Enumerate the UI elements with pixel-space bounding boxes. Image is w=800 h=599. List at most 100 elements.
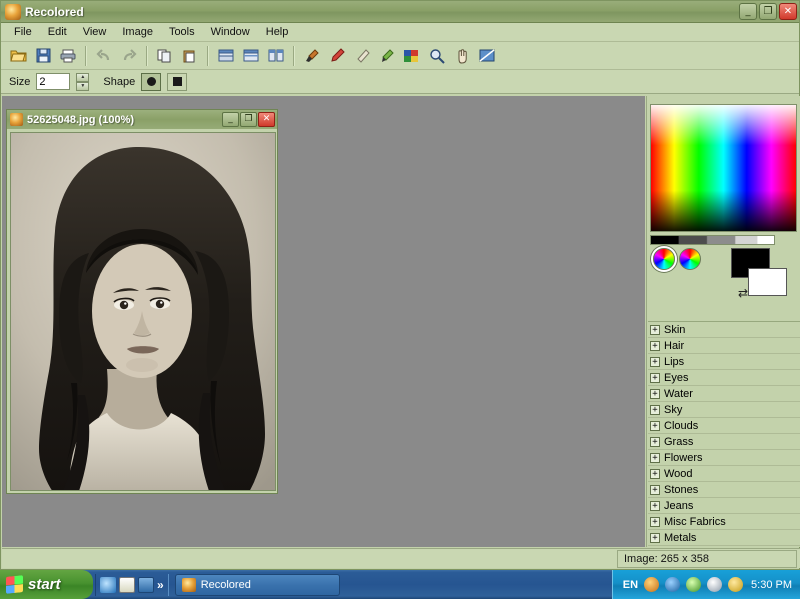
language-indicator[interactable]: EN <box>623 579 638 591</box>
title-bar: Recolored _ ❐ ✕ <box>1 1 799 23</box>
redo-button[interactable] <box>118 45 140 67</box>
menu-edit[interactable]: Edit <box>41 24 74 40</box>
menu-tools[interactable]: Tools <box>162 24 202 40</box>
more-chevron-icon[interactable]: » <box>157 578 164 592</box>
shield-icon[interactable] <box>665 577 681 592</box>
square-brush-shape-button[interactable] <box>167 72 188 91</box>
round-brush-shape-icon <box>146 77 156 86</box>
grayscale-ramp[interactable] <box>650 235 775 245</box>
image-canvas[interactable] <box>10 132 276 491</box>
split-view-button[interactable] <box>265 45 287 67</box>
brush-tool[interactable] <box>301 45 323 67</box>
marker-tool[interactable] <box>376 45 398 67</box>
maximize-button[interactable]: ❐ <box>759 3 777 20</box>
size-label: Size <box>9 75 31 88</box>
workspace-area[interactable]: 52625048.jpg (100%) _ ❐ ✕ <box>2 96 645 547</box>
category-row-wood[interactable]: + Wood <box>648 466 800 482</box>
document-maximize-button[interactable]: ❐ <box>240 112 257 127</box>
expander-icon[interactable]: + <box>650 340 660 351</box>
size-input[interactable] <box>36 73 71 90</box>
notepad-icon[interactable] <box>119 576 135 593</box>
internet-explorer-icon[interactable] <box>100 576 116 593</box>
expander-icon[interactable]: + <box>650 452 660 463</box>
mask-tool[interactable] <box>476 45 498 67</box>
category-row-water[interactable]: + Water <box>648 386 800 402</box>
menu-file[interactable]: File <box>7 24 39 40</box>
size-stepper-up[interactable]: ▲ <box>76 73 90 82</box>
document-window[interactable]: 52625048.jpg (100%) _ ❐ ✕ <box>6 109 278 494</box>
category-label: Jeans <box>664 499 694 512</box>
tool-options-bar: Size ▲ ▼ Shape <box>1 70 799 94</box>
swap-colors-icon[interactable]: ⇄ <box>738 286 752 300</box>
expander-icon[interactable]: + <box>650 388 660 399</box>
show-desktop-icon[interactable] <box>138 576 154 593</box>
media-icon[interactable] <box>644 577 660 592</box>
category-row-lips[interactable]: + Lips <box>648 354 800 370</box>
expander-icon[interactable]: + <box>650 484 660 495</box>
category-row-jeans[interactable]: + Jeans <box>648 498 800 514</box>
toolbar-separator <box>85 45 87 66</box>
expander-icon[interactable]: + <box>650 436 660 447</box>
round-brush-shape-button[interactable] <box>141 72 162 91</box>
category-row-grass[interactable]: + Grass <box>648 434 800 450</box>
document-close-button[interactable]: ✕ <box>258 112 275 127</box>
task-button-recolored[interactable]: Recolored <box>174 573 340 596</box>
category-label: Hair <box>664 339 685 352</box>
open-button[interactable] <box>7 45 29 67</box>
network-icon[interactable] <box>686 577 702 592</box>
pen-tool[interactable] <box>326 45 348 67</box>
quick-launch-bar: » <box>95 573 169 596</box>
pan-tool[interactable] <box>451 45 473 67</box>
volume-icon[interactable] <box>707 577 723 592</box>
category-label: Eyes <box>664 371 689 384</box>
clock[interactable]: 5:30 PM <box>751 579 792 591</box>
hue-saturation-gradient[interactable] <box>650 104 797 232</box>
menu-window[interactable]: Window <box>204 24 257 40</box>
eraser-tool[interactable] <box>351 45 373 67</box>
document-title-bar: 52625048.jpg (100%) _ ❐ ✕ <box>7 110 277 129</box>
copy-button[interactable] <box>154 45 176 67</box>
category-row-clouds[interactable]: + Clouds <box>648 418 800 434</box>
category-row-eyes[interactable]: + Eyes <box>648 370 800 386</box>
color-wheel-primary[interactable] <box>653 248 675 270</box>
color-picker-tool[interactable] <box>401 45 423 67</box>
expander-icon[interactable]: + <box>650 404 660 415</box>
close-button[interactable]: ✕ <box>779 3 797 20</box>
expander-icon[interactable]: + <box>650 420 660 431</box>
category-row-stones[interactable]: + Stones <box>648 482 800 498</box>
expander-icon[interactable]: + <box>650 468 660 479</box>
menu-image[interactable]: Image <box>115 24 160 40</box>
size-stepper[interactable]: ▲ ▼ <box>76 73 90 91</box>
main-toolbar <box>1 42 799 70</box>
save-button[interactable] <box>32 45 54 67</box>
expander-icon[interactable]: + <box>650 516 660 527</box>
expander-icon[interactable]: + <box>650 372 660 383</box>
tile-windows-button[interactable] <box>215 45 237 67</box>
category-row-skin[interactable]: + Skin <box>648 322 800 338</box>
start-label: start <box>28 576 61 593</box>
category-row-metals[interactable]: + Metals <box>648 530 800 546</box>
category-row-misc-fabrics[interactable]: + Misc Fabrics <box>648 514 800 530</box>
document-minimize-button[interactable]: _ <box>222 112 239 127</box>
category-row-hair[interactable]: + Hair <box>648 338 800 354</box>
background-color-swatch[interactable] <box>748 268 787 296</box>
menu-help[interactable]: Help <box>259 24 296 40</box>
minimize-button[interactable]: _ <box>739 3 757 20</box>
category-list: + Skin + Hair + Lips + Eyes + Water + Sk… <box>648 321 800 547</box>
expander-icon[interactable]: + <box>650 500 660 511</box>
expander-icon[interactable]: + <box>650 532 660 543</box>
zoom-tool[interactable] <box>426 45 448 67</box>
category-row-flowers[interactable]: + Flowers <box>648 450 800 466</box>
update-icon[interactable] <box>728 577 744 592</box>
expander-icon[interactable]: + <box>650 356 660 367</box>
paste-button[interactable] <box>179 45 201 67</box>
start-button[interactable]: start <box>0 570 93 599</box>
size-stepper-down[interactable]: ▼ <box>76 82 90 91</box>
category-row-sky[interactable]: + Sky <box>648 402 800 418</box>
undo-button[interactable] <box>93 45 115 67</box>
print-button[interactable] <box>57 45 79 67</box>
expander-icon[interactable]: + <box>650 324 660 335</box>
menu-view[interactable]: View <box>76 24 114 40</box>
cascade-windows-button[interactable] <box>240 45 262 67</box>
color-wheel-secondary[interactable] <box>679 248 701 270</box>
